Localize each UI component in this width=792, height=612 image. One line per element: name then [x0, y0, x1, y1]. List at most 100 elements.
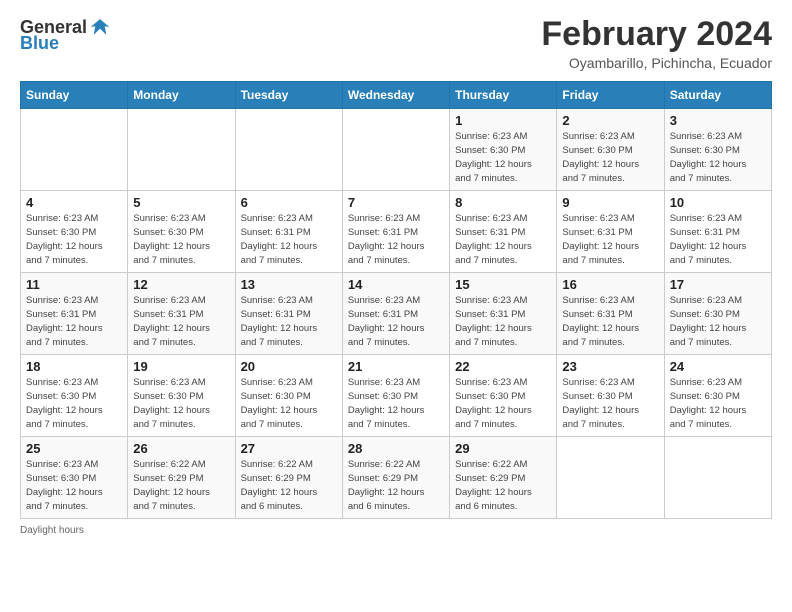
header: General Blue February 2024 Oyambarillo, … [20, 16, 772, 71]
day-number: 15 [455, 277, 551, 292]
day-number: 20 [241, 359, 337, 374]
table-row [128, 109, 235, 191]
day-number: 19 [133, 359, 229, 374]
daylight-label: Daylight hours [20, 525, 84, 536]
table-row: 19 Sunrise: 6:23 AMSunset: 6:30 PMDayligh… [128, 355, 235, 437]
table-row: 23 Sunrise: 6:23 AMSunset: 6:30 PMDayligh… [557, 355, 664, 437]
day-number: 16 [562, 277, 658, 292]
day-info: Sunrise: 6:23 AMSunset: 6:30 PMDaylight:… [455, 130, 551, 185]
day-number: 3 [670, 113, 766, 128]
day-info: Sunrise: 6:23 AMSunset: 6:30 PMDaylight:… [670, 294, 766, 349]
col-saturday: Saturday [664, 82, 771, 109]
table-row: 24 Sunrise: 6:23 AMSunset: 6:30 PMDayligh… [664, 355, 771, 437]
day-info: Sunrise: 6:23 AMSunset: 6:30 PMDaylight:… [455, 376, 551, 431]
day-info: Sunrise: 6:23 AMSunset: 6:30 PMDaylight:… [241, 376, 337, 431]
table-row: 5 Sunrise: 6:23 AMSunset: 6:30 PMDaylight… [128, 191, 235, 273]
day-number: 10 [670, 195, 766, 210]
table-row: 14Sunrise: 6:23 AMSunset: 6:31 PMDayligh… [342, 273, 449, 355]
day-info: Sunrise: 6:23 AMSunset: 6:30 PMDaylight:… [26, 376, 122, 431]
col-friday: Friday [557, 82, 664, 109]
day-info: Sunrise: 6:23 AMSunset: 6:31 PMDaylight:… [241, 294, 337, 349]
day-number: 24 [670, 359, 766, 374]
day-number: 23 [562, 359, 658, 374]
day-info: Sunrise: 6:22 AMSunset: 6:29 PMDaylight:… [348, 458, 444, 513]
day-number: 28 [348, 441, 444, 456]
day-info: Sunrise: 6:23 AMSunset: 6:31 PMDaylight:… [348, 294, 444, 349]
table-row: 21 Sunrise: 6:23 AMSunset: 6:30 PMDayligh… [342, 355, 449, 437]
logo-bird-icon [89, 16, 111, 38]
day-info: Sunrise: 6:23 AMSunset: 6:31 PMDaylight:… [562, 294, 658, 349]
day-info: Sunrise: 6:23 AMSunset: 6:30 PMDaylight:… [26, 212, 122, 267]
table-row: 9 Sunrise: 6:23 AMSunset: 6:31 PMDaylight… [557, 191, 664, 273]
table-row: 28 Sunrise: 6:22 AMSunset: 6:29 PMDayligh… [342, 437, 449, 519]
day-info: Sunrise: 6:23 AMSunset: 6:31 PMDaylight:… [455, 294, 551, 349]
table-row: 17 Sunrise: 6:23 AMSunset: 6:30 PMDayligh… [664, 273, 771, 355]
day-info: Sunrise: 6:23 AMSunset: 6:30 PMDaylight:… [562, 376, 658, 431]
table-row: 10 Sunrise: 6:23 AMSunset: 6:31 PMDayligh… [664, 191, 771, 273]
day-info: Sunrise: 6:23 AMSunset: 6:31 PMDaylight:… [241, 212, 337, 267]
col-monday: Monday [128, 82, 235, 109]
calendar-week-0: 1 Sunrise: 6:23 AMSunset: 6:30 PMDaylight… [21, 109, 772, 191]
title-block: February 2024 Oyambarillo, Pichincha, Ec… [541, 16, 772, 71]
day-info: Sunrise: 6:22 AMSunset: 6:29 PMDaylight:… [455, 458, 551, 513]
table-row [235, 109, 342, 191]
logo-text-blue: Blue [20, 34, 59, 52]
day-info: Sunrise: 6:23 AMSunset: 6:30 PMDaylight:… [562, 130, 658, 185]
day-info: Sunrise: 6:23 AMSunset: 6:30 PMDaylight:… [670, 376, 766, 431]
table-row: 29Sunrise: 6:22 AMSunset: 6:29 PMDayligh… [450, 437, 557, 519]
footer: Daylight hours [20, 525, 772, 536]
day-number: 26 [133, 441, 229, 456]
day-info: Sunrise: 6:22 AMSunset: 6:29 PMDaylight:… [133, 458, 229, 513]
day-number: 4 [26, 195, 122, 210]
day-info: Sunrise: 6:23 AMSunset: 6:30 PMDaylight:… [133, 376, 229, 431]
day-info: Sunrise: 6:23 AMSunset: 6:31 PMDaylight:… [133, 294, 229, 349]
day-number: 22 [455, 359, 551, 374]
col-thursday: Thursday [450, 82, 557, 109]
day-number: 21 [348, 359, 444, 374]
table-row: 18Sunrise: 6:23 AMSunset: 6:30 PMDayligh… [21, 355, 128, 437]
calendar-table: Sunday Monday Tuesday Wednesday Thursday… [20, 81, 772, 519]
day-number: 9 [562, 195, 658, 210]
table-row: 12 Sunrise: 6:23 AMSunset: 6:31 PMDayligh… [128, 273, 235, 355]
table-row: 20 Sunrise: 6:23 AMSunset: 6:30 PMDayligh… [235, 355, 342, 437]
day-number: 1 [455, 113, 551, 128]
day-number: 12 [133, 277, 229, 292]
table-row [664, 437, 771, 519]
calendar-week-3: 18Sunrise: 6:23 AMSunset: 6:30 PMDayligh… [21, 355, 772, 437]
table-row: 27 Sunrise: 6:22 AMSunset: 6:29 PMDayligh… [235, 437, 342, 519]
calendar-week-4: 25Sunrise: 6:23 AMSunset: 6:30 PMDayligh… [21, 437, 772, 519]
table-row: 3Sunrise: 6:23 AMSunset: 6:30 PMDaylight… [664, 109, 771, 191]
day-info: Sunrise: 6:22 AMSunset: 6:29 PMDaylight:… [241, 458, 337, 513]
day-info: Sunrise: 6:23 AMSunset: 6:30 PMDaylight:… [133, 212, 229, 267]
page: General Blue February 2024 Oyambarillo, … [0, 0, 792, 612]
day-info: Sunrise: 6:23 AMSunset: 6:30 PMDaylight:… [348, 376, 444, 431]
table-row: 6 Sunrise: 6:23 AMSunset: 6:31 PMDaylight… [235, 191, 342, 273]
day-number: 13 [241, 277, 337, 292]
table-row: 2Sunrise: 6:23 AMSunset: 6:30 PMDaylight… [557, 109, 664, 191]
col-sunday: Sunday [21, 82, 128, 109]
day-info: Sunrise: 6:23 AMSunset: 6:31 PMDaylight:… [562, 212, 658, 267]
day-info: Sunrise: 6:23 AMSunset: 6:31 PMDaylight:… [348, 212, 444, 267]
day-info: Sunrise: 6:23 AMSunset: 6:31 PMDaylight:… [455, 212, 551, 267]
col-tuesday: Tuesday [235, 82, 342, 109]
calendar-title: February 2024 [541, 16, 772, 53]
day-info: Sunrise: 6:23 AMSunset: 6:30 PMDaylight:… [26, 458, 122, 513]
table-row: 26 Sunrise: 6:22 AMSunset: 6:29 PMDayligh… [128, 437, 235, 519]
header-row: Sunday Monday Tuesday Wednesday Thursday… [21, 82, 772, 109]
calendar-subtitle: Oyambarillo, Pichincha, Ecuador [541, 55, 772, 71]
day-number: 17 [670, 277, 766, 292]
day-number: 6 [241, 195, 337, 210]
day-number: 5 [133, 195, 229, 210]
calendar-week-1: 4 Sunrise: 6:23 AMSunset: 6:30 PMDaylight… [21, 191, 772, 273]
table-row [557, 437, 664, 519]
table-row: 4 Sunrise: 6:23 AMSunset: 6:30 PMDaylight… [21, 191, 128, 273]
table-row: 25Sunrise: 6:23 AMSunset: 6:30 PMDayligh… [21, 437, 128, 519]
day-number: 27 [241, 441, 337, 456]
table-row: 1 Sunrise: 6:23 AMSunset: 6:30 PMDaylight… [450, 109, 557, 191]
day-info: Sunrise: 6:23 AMSunset: 6:31 PMDaylight:… [670, 212, 766, 267]
table-row: 15 Sunrise: 6:23 AMSunset: 6:31 PMDayligh… [450, 273, 557, 355]
table-row: 13 Sunrise: 6:23 AMSunset: 6:31 PMDayligh… [235, 273, 342, 355]
table-row: 16 Sunrise: 6:23 AMSunset: 6:31 PMDayligh… [557, 273, 664, 355]
logo: General Blue [20, 16, 111, 52]
calendar-week-2: 11Sunrise: 6:23 AMSunset: 6:31 PMDayligh… [21, 273, 772, 355]
